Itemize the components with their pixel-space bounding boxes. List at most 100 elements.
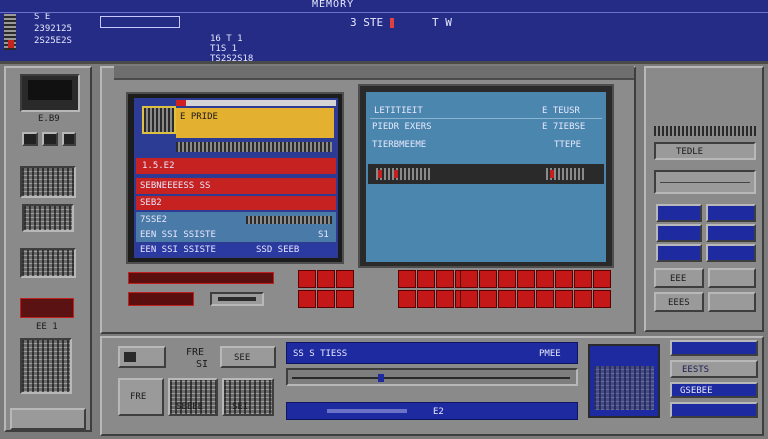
red-key[interactable] [574, 270, 592, 288]
red-key[interactable] [436, 290, 454, 308]
right-key-7[interactable]: EEE [654, 268, 704, 288]
red-key[interactable] [317, 290, 335, 308]
left-button-c[interactable] [62, 132, 76, 146]
bottom-key-1[interactable]: FRE [118, 378, 164, 416]
bottom-bar-2: E2 [286, 402, 578, 420]
red-key[interactable] [593, 290, 611, 308]
right-slot-1 [654, 126, 756, 136]
bottom-right-key-2[interactable]: EESTS [670, 360, 758, 378]
red-key[interactable] [417, 270, 435, 288]
right-key-4[interactable] [706, 224, 756, 242]
red-key[interactable] [398, 290, 416, 308]
left-button-a[interactable] [22, 132, 38, 146]
red-key[interactable] [336, 290, 354, 308]
red-screen-chip-icon [142, 106, 176, 134]
bottom-right-key-2-label: EESTS [682, 365, 710, 375]
blue-screen-track-red-2 [394, 170, 398, 178]
right-key-5[interactable] [656, 244, 702, 262]
red-key[interactable] [536, 270, 554, 288]
red-screen-row-1: 1.5.E2 [136, 158, 336, 174]
right-key-2[interactable] [706, 204, 756, 222]
left-display [20, 74, 80, 112]
blue-screen-row-2-left: TIERBMEEME [372, 140, 427, 150]
left-bottom-slot [10, 408, 86, 430]
red-key[interactable] [479, 270, 497, 288]
bottom-label-2: SI [196, 360, 209, 370]
red-key[interactable] [498, 270, 516, 288]
blue-screen-row-2-right: TTEPE [554, 140, 582, 150]
bottom-key-3-label: SEI [232, 402, 249, 412]
red-key[interactable] [336, 270, 354, 288]
red-screen-header-bar [176, 100, 336, 106]
header-title: MEMORY [312, 0, 355, 10]
red-key[interactable] [398, 270, 416, 288]
bottom-right-key-3[interactable]: GSEBEE [670, 382, 758, 398]
right-key-3[interactable] [656, 224, 702, 242]
left-display-label: E.B9 [38, 114, 60, 124]
red-screen-footer: EEN SSI SSISTE SSD SEEB [136, 244, 336, 256]
red-screen-row-5: EEN SSI SSISTE S1 [136, 228, 336, 242]
red-key[interactable] [436, 270, 454, 288]
red-key[interactable] [460, 290, 478, 308]
header-code-6: TS2S2S18 [210, 54, 254, 64]
red-key[interactable] [574, 290, 592, 308]
red-screen-row-5-label: EEN SSI SSISTE [140, 230, 216, 240]
red-key[interactable] [593, 270, 611, 288]
blue-screen-title-left: LETITIEIT [374, 106, 423, 116]
red-screen-row-2: SEBNEEEESS SS [136, 178, 336, 194]
bottom-slider-handle[interactable] [378, 374, 384, 382]
red-key[interactable] [498, 290, 516, 308]
red-key[interactable] [555, 270, 573, 288]
red-key[interactable] [517, 270, 535, 288]
red-key[interactable] [517, 290, 535, 308]
bottom-right-key-1[interactable] [670, 340, 758, 356]
blue-screen-row-1-left: PIEDR EXERS [372, 122, 432, 132]
bottom-switch-2[interactable]: SEE [220, 346, 276, 368]
header-code-5: T1S 1 [210, 44, 238, 54]
header-code-3: 2S25E2S [34, 36, 72, 46]
right-key-8[interactable] [708, 268, 756, 288]
red-key[interactable] [479, 290, 497, 308]
right-key-6[interactable] [706, 244, 756, 262]
header-marker-icon [390, 18, 394, 28]
red-key[interactable] [460, 270, 478, 288]
left-button-b[interactable] [42, 132, 58, 146]
left-small-label: EE 1 [36, 322, 58, 332]
bottom-right-key-4[interactable] [670, 402, 758, 418]
bottom-bar-1: SS S TIESS PMEE [286, 342, 578, 364]
left-chip-1 [20, 166, 76, 198]
red-screen-row-3: SEB2 [136, 196, 336, 210]
right-field-2[interactable] [654, 170, 756, 194]
left-red-readout [20, 298, 74, 318]
right-key-9[interactable]: EEES [654, 292, 704, 312]
red-key[interactable] [298, 270, 316, 288]
blue-screen-track-left [374, 168, 430, 180]
blue-screen-divider [370, 118, 602, 119]
red-screen-header-red [176, 100, 186, 106]
bottom-key-3[interactable]: SEI [222, 378, 274, 416]
red-screen-corner-value: S1 [318, 230, 329, 240]
red-screen-row-4: 7SSE2 [136, 212, 336, 228]
red-screen-row-4-label: 7SSE2 [140, 215, 168, 225]
right-key-9-label: EEES [668, 298, 690, 308]
blue-screen: LETITIEIT E TEUSR PIEDR EXERS E 7IEBSE T… [366, 92, 606, 262]
red-key[interactable] [417, 290, 435, 308]
bottom-bar-1-label: SS S TIESS [293, 349, 348, 359]
red-readout-2 [128, 292, 194, 306]
right-field-1[interactable]: TEDLE [654, 142, 756, 160]
red-key[interactable] [555, 290, 573, 308]
tape-slot[interactable] [210, 292, 264, 306]
header-code-2: 2392125 [34, 24, 72, 34]
bottom-key-1-label: FRE [130, 392, 147, 402]
left-chip-2 [22, 204, 74, 232]
bottom-slider[interactable] [286, 368, 578, 386]
right-key-10[interactable] [708, 292, 756, 312]
red-key[interactable] [317, 270, 335, 288]
bottom-switch-1[interactable] [118, 346, 166, 368]
bottom-key-2-label: SEEEE [176, 402, 204, 412]
red-key[interactable] [536, 290, 554, 308]
bottom-key-2[interactable]: SEEEE [168, 378, 218, 416]
right-key-1[interactable] [656, 204, 702, 222]
red-key[interactable] [298, 290, 316, 308]
center-top-strip [114, 66, 634, 80]
